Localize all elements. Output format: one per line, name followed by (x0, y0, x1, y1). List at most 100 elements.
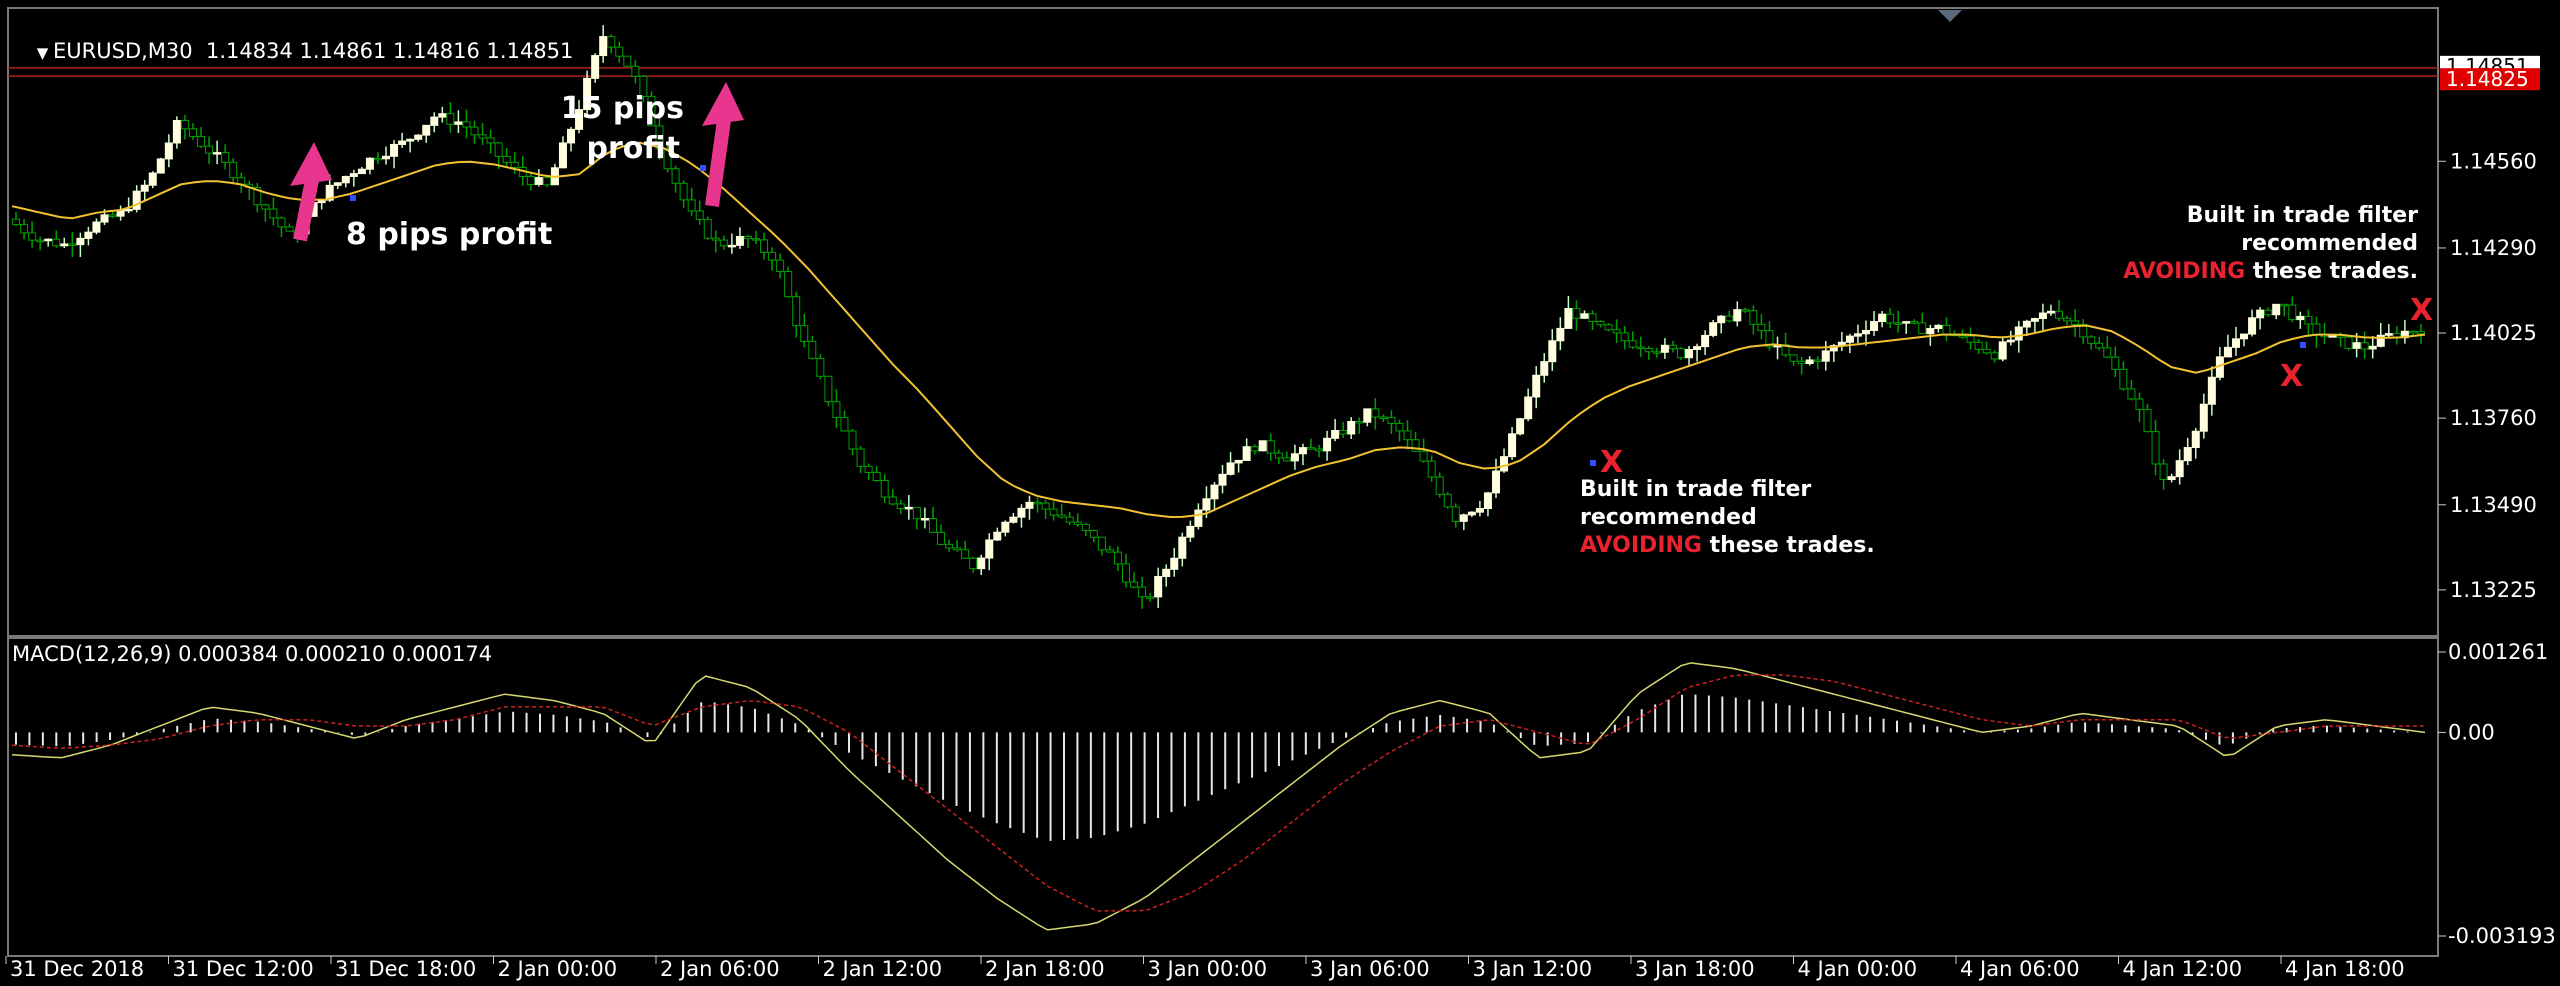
candle-body (1588, 313, 1597, 322)
candle-body (1572, 308, 1581, 319)
candle-body (1178, 536, 1187, 559)
candle-body (422, 124, 431, 136)
candle-body (2207, 376, 2216, 405)
moving-average-line (11, 141, 2426, 519)
candle-body (1725, 315, 1734, 322)
candle-body (1500, 456, 1509, 472)
macd-panel (11, 662, 2426, 931)
candle-body (1741, 309, 1750, 312)
candle-body (1403, 430, 1412, 441)
candle-body (20, 224, 29, 234)
candle-body (558, 142, 567, 169)
candle-body (1701, 334, 1710, 348)
candle-body (719, 239, 728, 247)
candle-body (856, 448, 865, 467)
profit-arrow-2-icon-head (702, 82, 744, 126)
candle-body (937, 531, 946, 545)
candle-body (1290, 453, 1299, 462)
candle-body (1942, 324, 1951, 335)
candle-body (197, 136, 206, 147)
candle-body (872, 471, 881, 482)
candle-body (2159, 463, 2168, 481)
candle-body (172, 120, 181, 144)
avoiding-label: AVOIDING (2123, 259, 2245, 284)
candle-body (1564, 308, 1573, 329)
candle-body (1491, 470, 1500, 494)
time-tick-label: 3 Jan 18:00 (1635, 957, 1755, 981)
candle-body (2127, 388, 2136, 400)
candle-body (1033, 501, 1042, 505)
candle-body (2071, 320, 2080, 326)
shift-marker-icon[interactable] (1938, 10, 1962, 22)
candle-body (880, 480, 889, 498)
candle-body (1387, 416, 1396, 425)
candle-body (1331, 430, 1340, 439)
candle-body (1339, 430, 1348, 435)
candle-body (2304, 315, 2313, 325)
candle-body (1894, 322, 1903, 325)
candle-body (341, 175, 350, 184)
trade-filter-note-center-line3: AVOIDING these trades. (1580, 533, 1875, 558)
candle-body (1508, 433, 1517, 458)
collapse-triangle-icon[interactable]: ▼ (37, 44, 53, 62)
candle-body (2087, 336, 2096, 344)
candle-body (486, 137, 495, 144)
price-tick-label: 1.14290 (2450, 236, 2537, 260)
trade-filter-note-right-line3: AVOIDING these trades. (2123, 259, 2418, 284)
candle-body (735, 235, 744, 246)
candle-body (526, 175, 535, 185)
candle-body (2191, 430, 2200, 449)
candle-body (945, 543, 954, 549)
candle-body (1242, 446, 1251, 461)
candle-body (1194, 509, 1203, 527)
candle-body (52, 238, 61, 247)
candle-body (1154, 576, 1163, 598)
candle-body (808, 340, 817, 359)
candle-body (840, 417, 849, 432)
candle-body (92, 221, 101, 233)
candle-body (1612, 329, 1621, 334)
price-tick-label: 1.14560 (2450, 149, 2537, 173)
candle-body (2408, 330, 2417, 334)
avoided-trade-x-mark: X (2280, 359, 2303, 394)
candle-body (1990, 352, 1999, 360)
candle-body (1443, 493, 1452, 508)
trade-filter-note-center-line1: Built in trade filter (1580, 477, 1811, 502)
avoided-trade-x-mark: X (1600, 445, 1623, 480)
candle-body (1886, 313, 1895, 324)
candle-body (1379, 416, 1388, 419)
candle-body (1516, 418, 1525, 435)
candle-body (2175, 460, 2184, 478)
chart-canvas[interactable]: 1.14560 1.14290 1.14025 1.13760 1.13490 1.132… (0, 0, 2560, 982)
candle-body (100, 214, 109, 223)
signal-dot (700, 165, 706, 171)
candle-body (205, 145, 214, 154)
candle-body (607, 36, 616, 48)
candle-body (1025, 501, 1034, 509)
candle-body (1347, 421, 1356, 435)
candle-body (671, 168, 680, 184)
candle-body (1451, 506, 1460, 522)
candle-body (2288, 304, 2297, 321)
candle-body (414, 134, 423, 140)
candle-body (124, 208, 133, 212)
candle-body (44, 238, 53, 242)
candle-body (1258, 440, 1267, 452)
candle-body (800, 325, 809, 342)
candle-body (1250, 446, 1259, 452)
candle-body (180, 120, 189, 130)
candle-body (864, 465, 873, 473)
macd-tick-label: -0.003193 (2448, 924, 2556, 948)
candle-body (333, 182, 342, 186)
time-tick-label: 31 Dec 18:00 (335, 957, 476, 981)
candle-body (188, 128, 197, 138)
candle-body (711, 237, 720, 241)
macd-tick-label: 0.001261 (2448, 640, 2548, 664)
candle-body (679, 182, 688, 201)
candle-body (623, 55, 632, 67)
candle-body (752, 238, 761, 241)
candle-body (1604, 324, 1613, 331)
candle-body (390, 143, 399, 157)
price-tick-label: 1.13760 (2450, 406, 2537, 430)
chart-window[interactable]: 1.14560 1.14290 1.14025 1.13760 1.13490 1.132… (0, 0, 2560, 982)
